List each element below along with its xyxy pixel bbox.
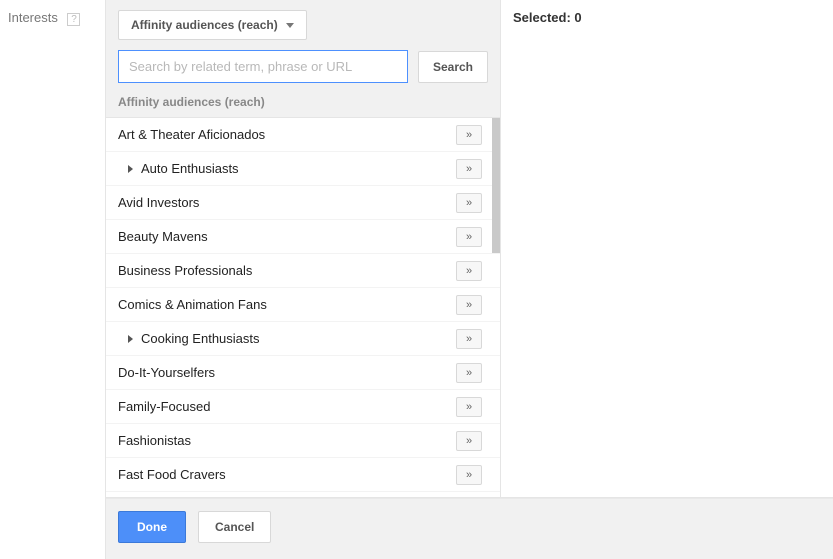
add-audience-button[interactable]: » — [456, 227, 482, 247]
dropdown-label: Affinity audiences (reach) — [131, 18, 278, 32]
scrollbar-thumb[interactable] — [492, 118, 500, 253]
add-audience-button[interactable]: » — [456, 125, 482, 145]
list-item-label-wrap: Cooking Enthusiasts — [118, 331, 260, 346]
list-item[interactable]: Auto Enthusiasts » — [106, 152, 500, 186]
add-audience-button[interactable]: » — [456, 465, 482, 485]
list-item[interactable]: Art & Theater Aficionados » — [106, 118, 500, 152]
list-item-label-wrap: Fashionistas — [118, 433, 191, 448]
expand-caret-icon[interactable] — [128, 165, 133, 173]
list-item-label: Fashionistas — [118, 433, 191, 448]
list-item-label: Comics & Animation Fans — [118, 297, 267, 312]
list-item-label: Beauty Mavens — [118, 229, 208, 244]
list-item-label: Business Professionals — [118, 263, 252, 278]
footer: Done Cancel — [106, 498, 833, 555]
list-item-label: Family-Focused — [118, 399, 210, 414]
list-item-label-wrap: Fast Food Cravers — [118, 467, 226, 482]
add-audience-button[interactable]: » — [456, 363, 482, 383]
add-audience-button[interactable]: » — [456, 397, 482, 417]
list-item-label-wrap: Comics & Animation Fans — [118, 297, 267, 312]
selected-prefix: Selected: — [513, 10, 574, 25]
list-item[interactable]: Cooking Enthusiasts » — [106, 322, 500, 356]
list-item-label: Fast Food Cravers — [118, 467, 226, 482]
audience-type-dropdown[interactable]: Affinity audiences (reach) — [118, 10, 307, 40]
list-item[interactable]: Comics & Animation Fans » — [106, 288, 500, 322]
done-button[interactable]: Done — [118, 511, 186, 543]
list-item[interactable]: Avid Investors » — [106, 186, 500, 220]
list-item[interactable]: Beauty Mavens » — [106, 220, 500, 254]
selected-panel: Selected: 0 — [500, 0, 833, 498]
list-item[interactable]: Business Professionals » — [106, 254, 500, 288]
list-item-label: Auto Enthusiasts — [141, 161, 239, 176]
search-button[interactable]: Search — [418, 51, 488, 83]
list-item-label: Avid Investors — [118, 195, 199, 210]
list-item-label: Cooking Enthusiasts — [141, 331, 260, 346]
list-item[interactable]: Fast Food Cravers » — [106, 458, 500, 492]
list-item-label-wrap: Family-Focused — [118, 399, 210, 414]
list-item-label-wrap: Art & Theater Aficionados — [118, 127, 265, 142]
selected-count-value: 0 — [574, 10, 581, 25]
add-audience-button[interactable]: » — [456, 261, 482, 281]
add-audience-button[interactable]: » — [456, 431, 482, 451]
help-icon[interactable]: ? — [67, 13, 80, 26]
list-item[interactable]: Family-Focused » — [106, 390, 500, 424]
add-audience-button[interactable]: » — [456, 193, 482, 213]
list-item-label-wrap: Auto Enthusiasts — [118, 161, 239, 176]
scrollbar-track[interactable] — [492, 118, 500, 497]
list-header: Affinity audiences (reach) — [106, 95, 500, 117]
list-item-label-wrap: Beauty Mavens — [118, 229, 208, 244]
audience-list: Art & Theater Aficionados»Auto Enthusias… — [106, 117, 500, 498]
chevron-down-icon — [286, 23, 294, 28]
cancel-button[interactable]: Cancel — [198, 511, 271, 543]
list-item[interactable]: Fashionistas » — [106, 424, 500, 458]
interests-label: Interests — [8, 10, 58, 25]
audience-picker: Affinity audiences (reach) Search Affini… — [106, 0, 500, 498]
selected-count: Selected: 0 — [513, 10, 821, 25]
add-audience-button[interactable]: » — [456, 295, 482, 315]
list-item[interactable]: Do-It-Yourselfers » — [106, 356, 500, 390]
list-item-label-wrap: Avid Investors — [118, 195, 199, 210]
list-item-label-wrap: Do-It-Yourselfers — [118, 365, 215, 380]
expand-caret-icon[interactable] — [128, 335, 133, 343]
list-item-label-wrap: Business Professionals — [118, 263, 252, 278]
add-audience-button[interactable]: » — [456, 329, 482, 349]
list-item[interactable]: Foodies» — [106, 492, 500, 497]
list-item-label: Do-It-Yourselfers — [118, 365, 215, 380]
section-label: Interests ? — [0, 0, 105, 559]
add-audience-button[interactable]: » — [456, 159, 482, 179]
list-item-label: Art & Theater Aficionados — [118, 127, 265, 142]
search-input[interactable] — [118, 50, 408, 83]
